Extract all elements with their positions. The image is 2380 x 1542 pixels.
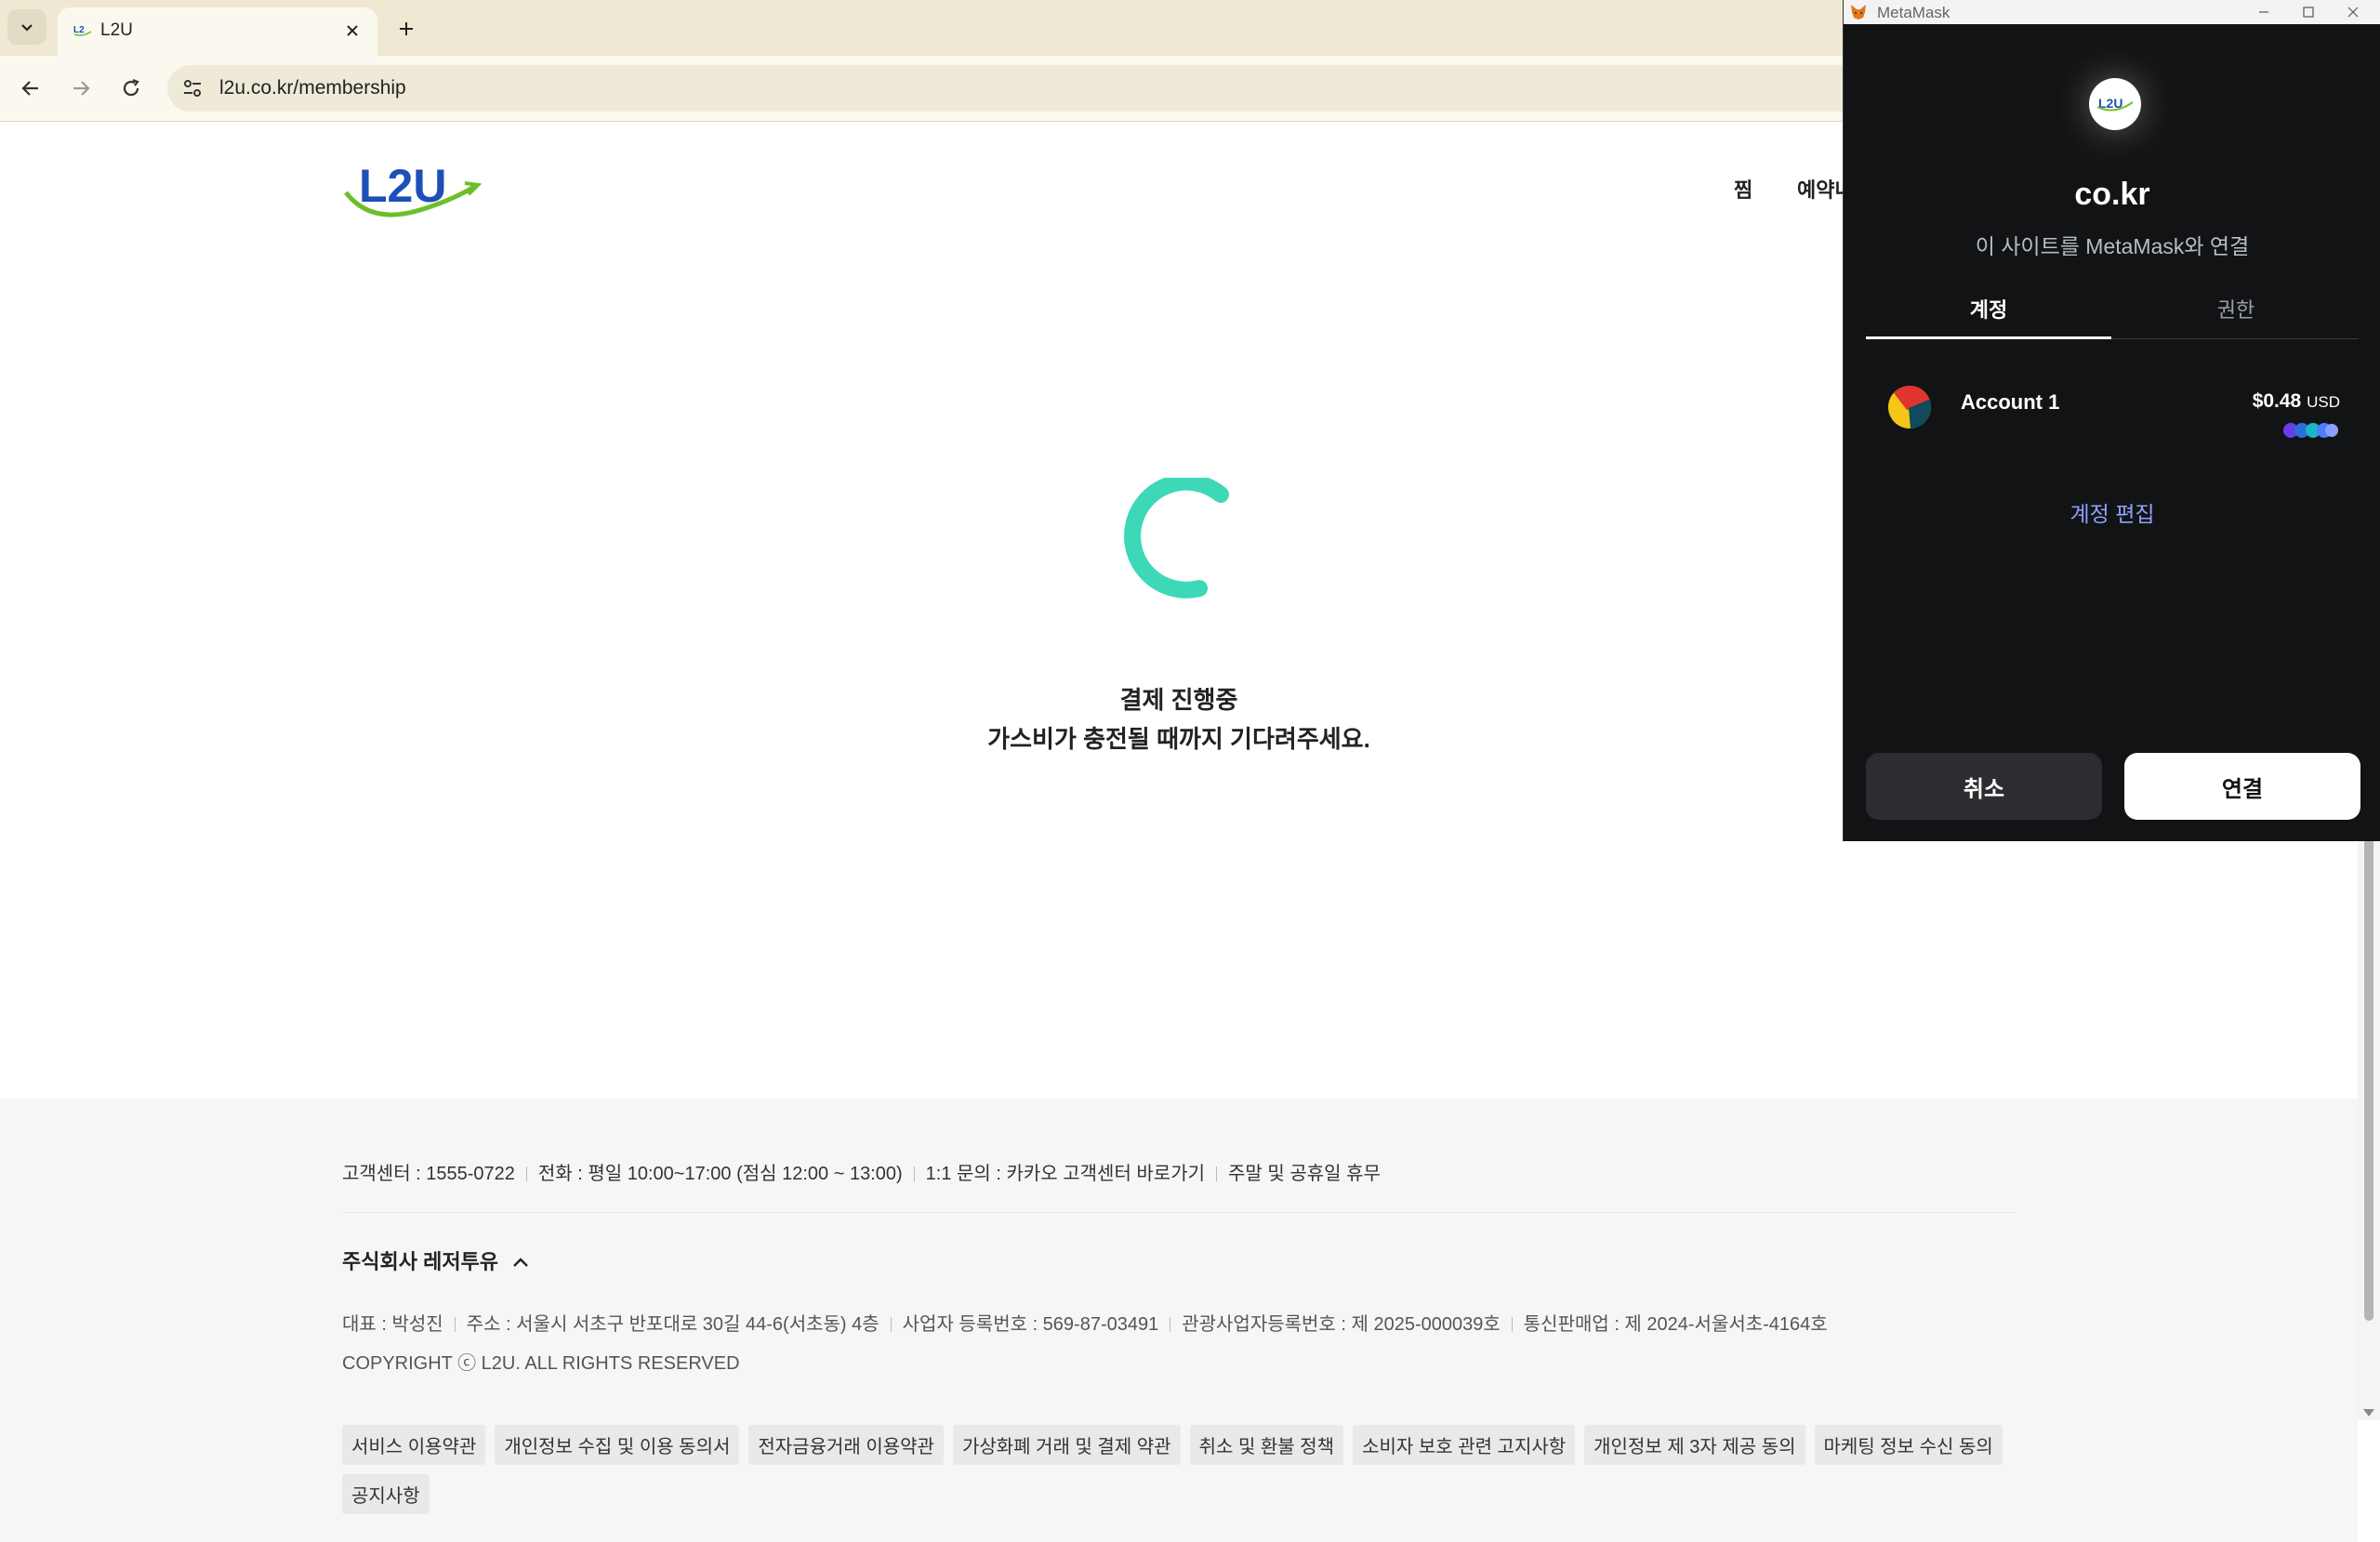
metamask-window: MetaMask L2U co.kr 이 사이트를 MetaMask와 연결 계… — [1843, 0, 2380, 841]
tourism-registration: 관광사업자등록번호 : 제 2025-000039호 — [1182, 1314, 1501, 1335]
svg-text:L2: L2 — [73, 25, 85, 35]
account-balance: $0.48 USD — [2253, 390, 2340, 413]
company-name: 주식회사 레저투유 — [342, 1250, 499, 1273]
new-tab-button[interactable] — [390, 13, 422, 45]
edit-accounts-link[interactable]: 계정 편집 — [1844, 496, 2380, 528]
minimize-icon — [2259, 11, 2268, 13]
chevron-up-icon — [513, 1258, 529, 1267]
site-name: co.kr — [2074, 177, 2150, 212]
l2u-site-icon: L2U — [2096, 96, 2134, 112]
tab-search-button[interactable] — [7, 9, 46, 45]
company-ceo: 대표 : 박성진 — [342, 1314, 443, 1335]
back-button[interactable] — [15, 72, 46, 104]
nav-wishlist[interactable]: 찜 — [1734, 174, 1752, 204]
scroll-down-arrow-icon[interactable] — [2363, 1409, 2374, 1417]
customer-service-row: 고객센터 : 1555-0722 전화 : 평일 10:00~17:00 (점심 … — [342, 1158, 1381, 1185]
link-refund-policy[interactable]: 취소 및 환불 정책 — [1189, 1425, 1344, 1465]
cs-hours: 전화 : 평일 10:00~17:00 (점심 12:00 ~ 13:00) — [537, 1164, 903, 1184]
account-avatar — [1888, 386, 1931, 428]
link-consumer-notice[interactable]: 소비자 보호 관련 고지사항 — [1353, 1425, 1576, 1465]
l2u-favicon-icon: L2 — [73, 25, 92, 36]
link-third-party-consent[interactable]: 개인정보 제 3자 제공 동의 — [1584, 1425, 1805, 1465]
maximize-icon — [2303, 7, 2314, 18]
cs-holiday: 주말 및 공휴일 휴무 — [1228, 1164, 1381, 1184]
metamask-titlebar: MetaMask — [1844, 0, 2380, 24]
minimize-button[interactable] — [2243, 0, 2284, 24]
link-privacy-consent[interactable]: 개인정보 수집 및 이용 동의서 — [495, 1425, 740, 1465]
cs-kakao-link[interactable]: 1:1 문의 : 카카오 고객센터 바로가기 — [926, 1164, 1205, 1184]
network-badges-icon — [2283, 423, 2338, 438]
arrow-left-icon — [21, 81, 38, 96]
cancel-button[interactable]: 취소 — [1866, 753, 2102, 820]
company-address: 주소 : 서울시 서초구 반포대로 30길 44-6(서초동) 4층 — [466, 1314, 879, 1335]
close-window-button[interactable] — [2333, 0, 2373, 24]
url-text[interactable]: l2u.co.kr/membership — [219, 77, 406, 99]
scrollbar-thumb[interactable] — [2364, 837, 2373, 1321]
link-notices[interactable]: 공지사항 — [342, 1474, 430, 1514]
chevron-down-icon — [21, 24, 33, 32]
forward-button[interactable] — [65, 72, 97, 104]
account-name: Account 1 — [1961, 390, 2060, 414]
footer-divider — [342, 1212, 2016, 1213]
site-info-icon[interactable] — [180, 76, 205, 100]
business-number: 사업자 등록번호 : 569-87-03491 — [902, 1314, 1159, 1335]
close-tab-icon[interactable] — [340, 19, 364, 43]
link-e-finance-terms[interactable]: 전자금융거래 이용약관 — [748, 1425, 944, 1465]
balance-currency: USD — [2307, 393, 2340, 411]
tab-accounts[interactable]: 계정 — [1866, 294, 2111, 323]
metamask-fox-icon — [1851, 5, 1866, 20]
footer-links: 서비스 이용약관 개인정보 수집 및 이용 동의서 전자금융거래 이용약관 가상화폐 … — [342, 1425, 2016, 1523]
company-toggle[interactable]: 주식회사 레저투유 — [342, 1245, 530, 1275]
l2u-logo[interactable]: L2U — [342, 157, 482, 222]
browser-tab[interactable]: L2 L2U — [58, 7, 377, 56]
site-footer: 고객센터 : 1555-0722 전화 : 평일 10:00~17:00 (점심 … — [0, 1099, 2358, 1542]
site-avatar: L2U — [2089, 78, 2141, 130]
maximize-button[interactable] — [2288, 0, 2329, 24]
close-icon — [2347, 7, 2359, 18]
reload-button[interactable] — [115, 72, 147, 104]
link-terms-of-service[interactable]: 서비스 이용약관 — [342, 1425, 486, 1465]
balance-amount: $0.48 — [2252, 390, 2302, 412]
cs-phone: 고객센터 : 1555-0722 — [342, 1164, 515, 1184]
link-crypto-terms[interactable]: 가상화폐 거래 및 결제 약관 — [952, 1425, 1181, 1465]
company-info-row: 대표 : 박성진 주소 : 서울시 서초구 반포대로 30길 44-6(서초동) … — [342, 1309, 1828, 1336]
ecommerce-registration: 통신판매업 : 제 2024-서울서초-4164호 — [1523, 1314, 1828, 1335]
loading-spinner-icon — [1124, 478, 1229, 599]
copyright: COPYRIGHT ⓒ L2U. ALL RIGHTS RESERVED — [342, 1353, 740, 1374]
active-tab-indicator — [1866, 336, 2111, 339]
arrow-right-icon — [73, 81, 90, 96]
link-marketing-consent[interactable]: 마케팅 정보 수신 동의 — [1814, 1425, 2003, 1465]
plus-icon — [400, 22, 413, 35]
reload-icon — [123, 78, 139, 97]
tab-title: L2U — [100, 20, 133, 40]
connect-subtitle: 이 사이트를 MetaMask와 연결 — [1975, 234, 2250, 258]
metamask-window-title: MetaMask — [1877, 4, 1950, 21]
connect-button[interactable]: 연결 — [2124, 753, 2360, 820]
tab-permissions[interactable]: 권한 — [2113, 294, 2359, 323]
